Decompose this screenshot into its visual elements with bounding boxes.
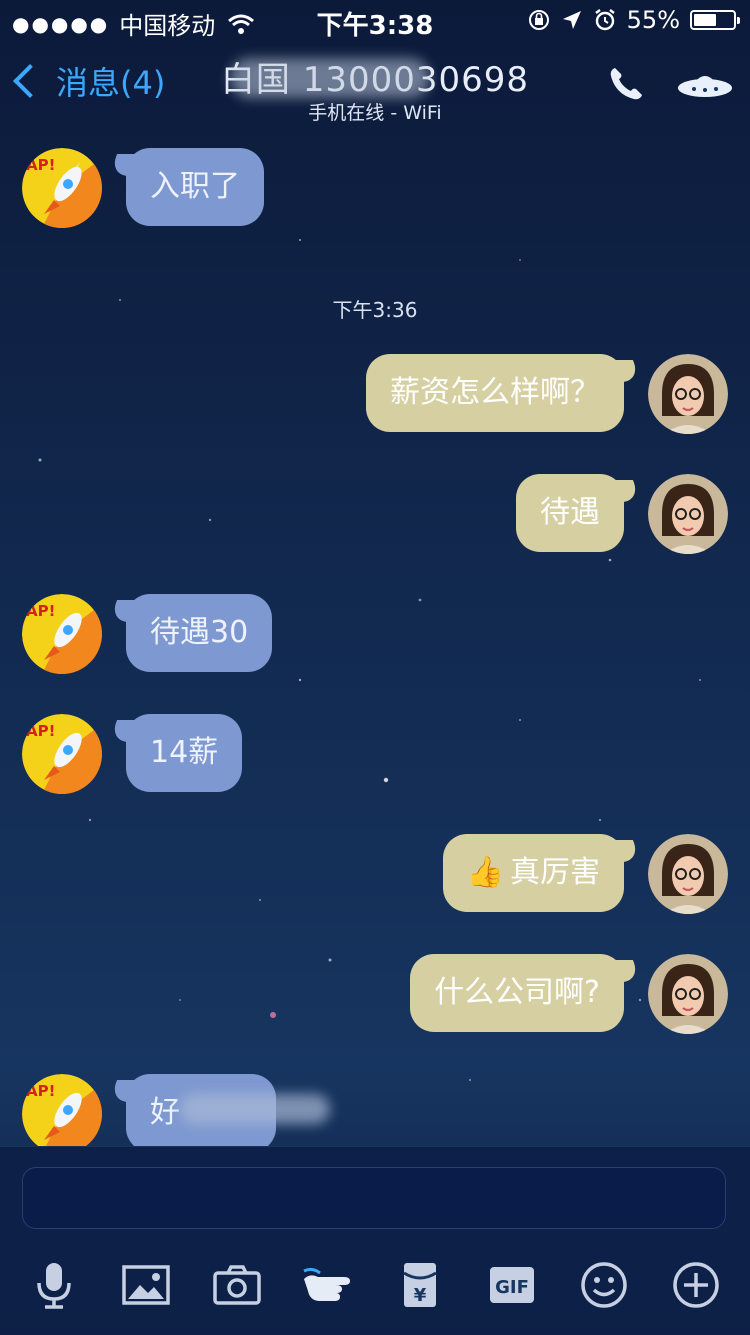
message-row: AP! 入职了 [0, 148, 750, 228]
message-text: 好 [150, 1095, 180, 1130]
message-bubble-incoming[interactable]: 入职了 [126, 148, 264, 226]
contact-avatar[interactable]: AP! [22, 148, 102, 228]
rocket-avatar-icon: AP! [22, 714, 102, 794]
rocket-avatar-icon: AP! [22, 594, 102, 674]
message-text: 14薪 [150, 735, 219, 770]
red-packet-icon[interactable]: ¥ [392, 1257, 448, 1313]
status-bar: ●●●●● 中国移动 下午3:38 55% [0, 0, 750, 41]
my-avatar[interactable] [648, 474, 728, 554]
contact-avatar[interactable]: AP! [22, 594, 102, 674]
message-input[interactable] [22, 1167, 726, 1229]
message-text: 什么公司啊? [434, 975, 600, 1010]
status-right: 55% [527, 6, 740, 34]
message-bubble-outgoing[interactable]: 薪资怎么样啊？ [366, 354, 624, 432]
input-area: ¥ GIF [0, 1146, 750, 1335]
image-icon[interactable] [118, 1257, 174, 1313]
message-row: AP! 好 [0, 1074, 750, 1146]
chat-messages[interactable]: AP! 入职了 下午3:36 薪资怎么样啊？ 待遇 AP! 待遇30 AP! 1… [0, 128, 750, 1146]
message-bubble-incoming[interactable]: 待遇30 [126, 594, 273, 672]
battery-percent: 55% [626, 6, 680, 34]
redaction-blur [230, 58, 430, 98]
message-text: 待遇 [540, 495, 600, 530]
message-row: 👍 真厉害 [0, 834, 750, 914]
message-row: 待遇 [0, 474, 750, 554]
svg-text:AP!: AP! [26, 156, 55, 174]
message-row: AP! 待遇30 [0, 594, 750, 674]
poke-icon[interactable] [300, 1257, 356, 1313]
location-arrow-icon [562, 11, 581, 29]
user-photo-avatar [648, 474, 728, 554]
rocket-avatar-icon: AP! [22, 1074, 102, 1146]
message-bubble-incoming[interactable]: 14薪 [126, 714, 243, 792]
alarm-icon [594, 9, 615, 31]
svg-text:AP!: AP! [26, 722, 55, 740]
chevron-left-icon [13, 64, 47, 98]
contact-avatar[interactable]: AP! [22, 1074, 102, 1146]
thumbs-up-icon: 👍 [466, 855, 504, 890]
message-text: 入职了 [150, 169, 240, 204]
message-bubble-outgoing[interactable]: 什么公司啊? [410, 954, 624, 1032]
rocket-avatar-icon: AP! [22, 148, 102, 228]
input-toolbar: ¥ GIF [0, 1257, 750, 1317]
message-row: 薪资怎么样啊？ [0, 354, 750, 434]
gif-icon[interactable]: GIF [484, 1257, 540, 1313]
emoji-icon[interactable] [576, 1257, 632, 1313]
message-bubble-outgoing[interactable]: 👍 真厉害 [442, 834, 624, 912]
svg-text:¥: ¥ [414, 1285, 427, 1306]
message-text: 真厉害 [510, 855, 600, 890]
camera-icon[interactable] [209, 1257, 265, 1313]
orientation-lock-icon [528, 10, 549, 30]
svg-text:GIF: GIF [495, 1277, 529, 1298]
navigation-bar: 消息(4) 白国 1300030698 手机在线 - WiFi [0, 40, 750, 128]
contact-avatar[interactable]: AP! [22, 714, 102, 794]
phone-call-icon[interactable] [606, 64, 646, 104]
user-photo-avatar [648, 354, 728, 434]
my-avatar[interactable] [648, 834, 728, 914]
message-text: 薪资怎么样啊？ [390, 375, 600, 410]
svg-text:AP!: AP! [26, 602, 55, 620]
user-photo-avatar [648, 834, 728, 914]
my-avatar[interactable] [648, 954, 728, 1034]
redaction-blur [180, 1094, 330, 1124]
message-row: 什么公司啊? [0, 954, 750, 1034]
message-text: 待遇30 [150, 615, 249, 650]
message-timestamp: 下午3:36 [332, 298, 418, 322]
microphone-icon[interactable] [26, 1257, 82, 1313]
plus-icon[interactable] [668, 1257, 724, 1313]
message-bubble-outgoing[interactable]: 待遇 [516, 474, 624, 552]
svg-text:AP!: AP! [26, 1082, 55, 1100]
message-row: AP! 14薪 [0, 714, 750, 794]
user-photo-avatar [648, 954, 728, 1034]
my-avatar[interactable] [648, 354, 728, 434]
battery-icon [690, 10, 740, 30]
ufo-icon[interactable] [676, 64, 734, 104]
